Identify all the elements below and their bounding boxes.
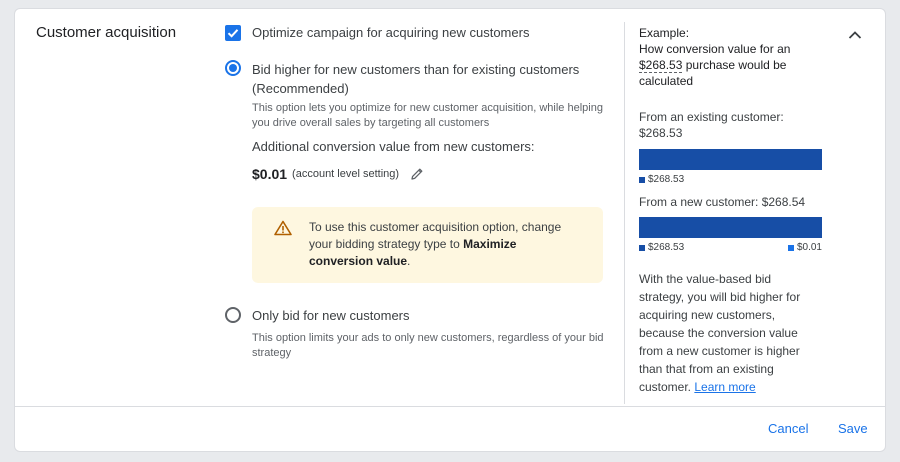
legend-new-base-label: $268.53 — [648, 242, 685, 253]
radio-bid-higher[interactable] — [225, 60, 241, 76]
vertical-divider — [624, 22, 625, 404]
footer-divider — [15, 406, 885, 407]
legend-new: $268.53 $0.01 — [639, 242, 822, 253]
additional-value-row: $0.01 (account level setting) — [252, 166, 425, 182]
example-explanation: With the value-based bid strategy, you w… — [639, 272, 801, 394]
warning-banner: To use this customer acquisition option,… — [252, 207, 603, 283]
bar-new-customer-base-segment — [639, 217, 822, 238]
additional-value-label: Additional conversion value from new cus… — [252, 139, 535, 154]
radio-only-new[interactable] — [225, 307, 241, 323]
legend-existing: $268.53 — [639, 174, 684, 185]
existing-customer-label: From an existing customer: $268.53 — [639, 110, 784, 140]
section-title: Customer acquisition — [36, 24, 177, 41]
warning-text: To use this customer acquisition option,… — [309, 220, 562, 268]
pencil-icon[interactable] — [409, 166, 425, 182]
example-amount: $268.53 — [639, 58, 683, 73]
radio-only-new-description: This option limits your ads to only new … — [252, 332, 604, 359]
additional-value-note: (account level setting) — [292, 168, 400, 180]
additional-value-amount: $0.01 — [252, 166, 288, 182]
check-icon — [227, 29, 239, 38]
customer-acquisition-card: Customer acquisition Optimize campaign f… — [14, 8, 886, 452]
learn-more-link[interactable]: Learn more — [694, 380, 755, 394]
chevron-up-icon[interactable] — [847, 27, 863, 43]
radio-only-new-label[interactable]: Only bid for new customers — [252, 308, 410, 323]
example-heading: Example: How conversion value for an $26… — [639, 26, 791, 88]
bar-existing-customer — [639, 149, 822, 170]
optimize-checkbox[interactable] — [225, 25, 241, 41]
legend-new-extra-label: $0.01 — [796, 242, 822, 253]
radio-bid-higher-description: This option lets you optimize for new cu… — [252, 102, 603, 129]
cancel-button[interactable]: Cancel — [768, 421, 808, 436]
optimize-checkbox-label[interactable]: Optimize campaign for acquiring new cust… — [252, 25, 529, 40]
radio-bid-higher-label[interactable]: Bid higher for new customers than for ex… — [252, 60, 612, 98]
legend-existing-base-label: $268.53 — [648, 174, 685, 185]
warning-triangle-icon — [274, 220, 292, 236]
bar-new-customer — [639, 217, 822, 238]
legend-swatch-base — [639, 176, 645, 183]
save-button[interactable]: Save — [838, 421, 868, 436]
new-customer-label: From a new customer: $268.54 — [639, 195, 806, 209]
legend-swatch-base — [639, 244, 645, 251]
legend-swatch-extra — [787, 244, 794, 251]
